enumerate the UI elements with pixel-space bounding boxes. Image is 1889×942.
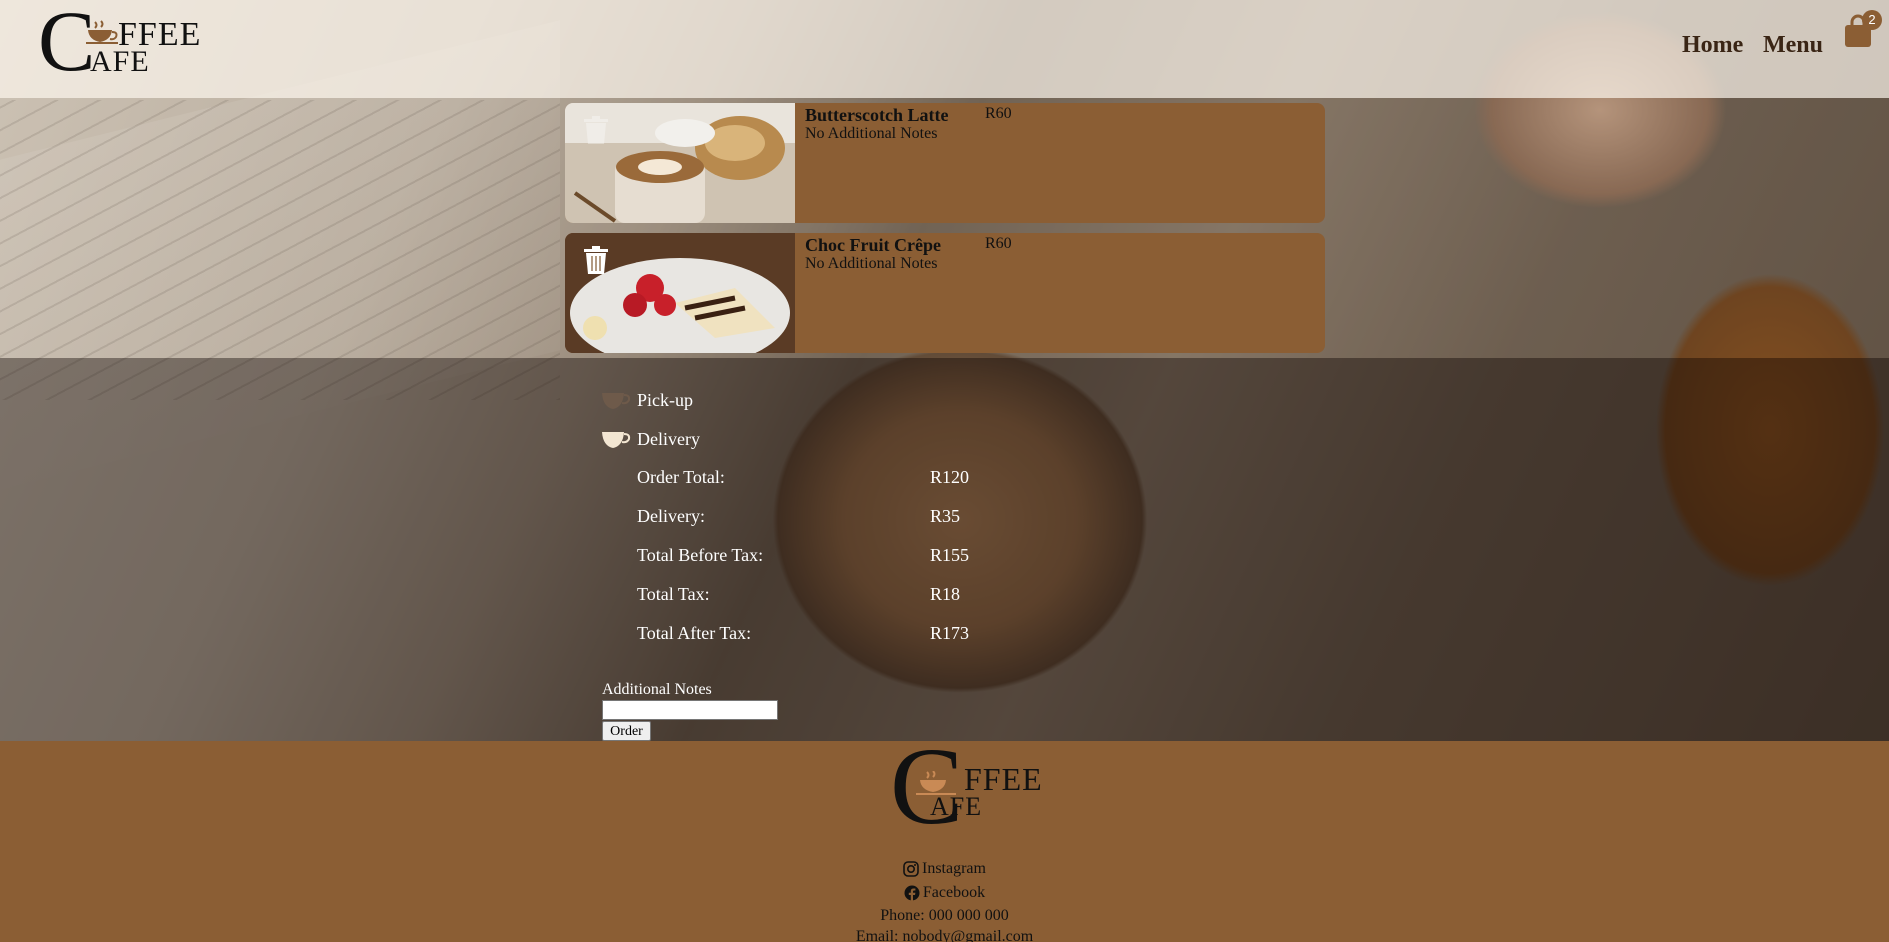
logo-word-bottom: AFE [90, 45, 150, 78]
facebook-icon [904, 885, 920, 901]
logo-word-bottom: AFE [930, 792, 983, 821]
delivery-option[interactable]: Delivery [601, 428, 700, 450]
logo-word-top: FFEE [964, 761, 1043, 797]
total-after-tax-value: R173 [930, 623, 970, 643]
delivery-label: Delivery [637, 428, 700, 449]
cart-item-notes: No Additional Notes [805, 125, 938, 142]
additional-notes-input[interactable] [602, 700, 778, 720]
additional-notes-label: Additional Notes [602, 681, 712, 698]
header: C FFEE AFE Home Menu 2 [0, 0, 1889, 98]
coffee-cup-icon [602, 393, 631, 409]
total-before-tax-label: Total Before Tax: [637, 545, 764, 565]
nav-menu-link[interactable]: Menu [1763, 32, 1823, 59]
coffee-cup-icon [602, 432, 631, 448]
total-before-tax-value: R155 [930, 545, 970, 565]
cart-item-name: Butterscotch Latte [805, 105, 949, 125]
facebook-link[interactable]: Facebook [0, 884, 1889, 906]
cart-item: Butterscotch Latte R60 No Additional Not… [565, 103, 1325, 223]
header-logo[interactable]: C FFEE AFE [38, 0, 208, 86]
footer-phone: Phone: 000 000 000 [880, 907, 1009, 924]
cart-item: Choc Fruit Crêpe R60 No Additional Notes [565, 233, 1325, 353]
total-tax-label: Total Tax: [637, 584, 710, 604]
cart-item-name: Choc Fruit Crêpe [805, 235, 941, 255]
footer: C FFEE AFE Instagram Facebook Phone: 000… [0, 731, 1889, 942]
instagram-link[interactable]: Instagram [0, 860, 1889, 882]
total-tax-value: R18 [930, 584, 961, 604]
cart-item-notes: No Additional Notes [805, 255, 938, 272]
cart-item-price: R60 [985, 235, 1012, 252]
instagram-label: Instagram [922, 860, 986, 877]
instagram-icon [903, 861, 919, 877]
delivery-fee-label: Delivery: [637, 506, 705, 526]
order-total-value: R120 [930, 467, 970, 487]
trash-icon[interactable] [583, 245, 609, 275]
trash-icon[interactable] [583, 115, 609, 145]
cart-item-price: R60 [985, 105, 1012, 122]
pickup-label: Pick-up [637, 389, 693, 410]
nav-home-link[interactable]: Home [1682, 32, 1743, 59]
facebook-label: Facebook [922, 884, 986, 901]
total-after-tax-label: Total After Tax: [637, 623, 752, 643]
order-total-label: Order Total: [637, 467, 725, 487]
footer-email: Email: nobody@gmail.com [855, 928, 1034, 942]
coffee-cup-icon [86, 20, 118, 44]
order-button[interactable]: Order [602, 721, 651, 741]
cart-count-badge: 2 [1862, 10, 1882, 30]
pickup-option[interactable]: Pick-up [601, 389, 693, 411]
delivery-fee-value: R35 [930, 506, 961, 526]
footer-logo: C FFEE AFE [890, 731, 1043, 851]
